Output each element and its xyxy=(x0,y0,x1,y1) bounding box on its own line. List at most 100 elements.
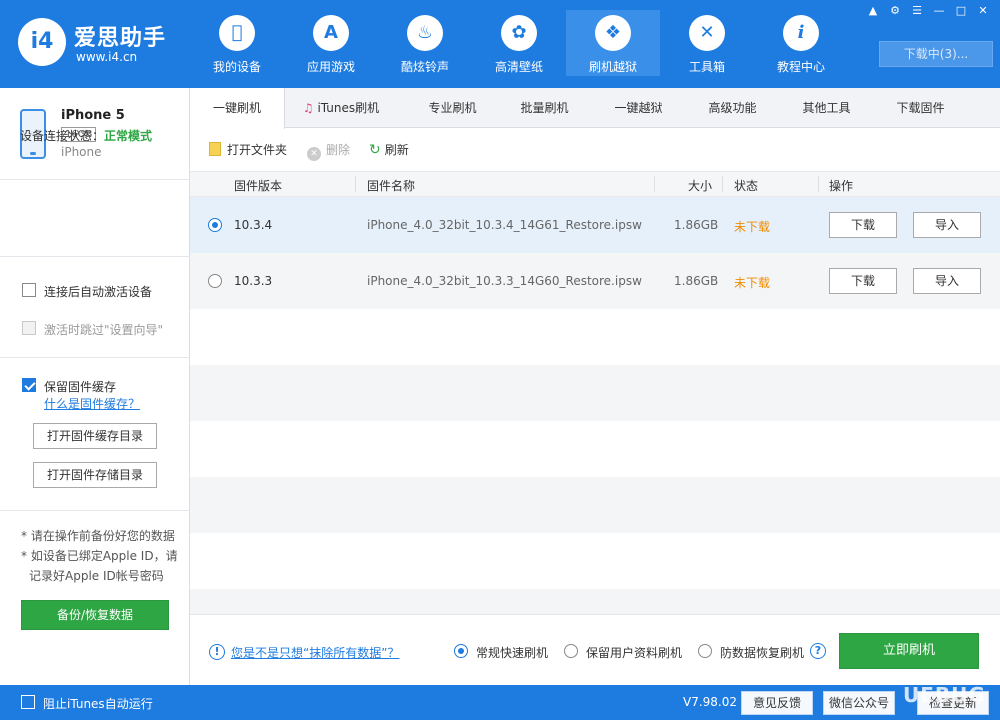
help-icon[interactable]: ? xyxy=(810,643,826,659)
sub-tabs: 一键刷机 ♫ iTunes刷机 专业刷机 批量刷机 一键越狱 高级功能 其他工具… xyxy=(190,88,1000,129)
question-icon: ! xyxy=(209,644,225,660)
empty-row xyxy=(190,309,1000,365)
window-controls: ▲ ⚙ ☰ — □ ✕ xyxy=(862,2,994,20)
open-storage-dir-button[interactable]: 打开固件存储目录 xyxy=(33,462,157,488)
auto-activate-checkbox[interactable] xyxy=(22,283,36,297)
nav-label: 我的设备 xyxy=(212,60,261,74)
close-icon[interactable]: ✕ xyxy=(972,2,994,20)
download-button[interactable]: 下载 xyxy=(829,268,897,294)
mode-fast-label: 常规快速刷机 xyxy=(476,646,549,660)
tab-one-click-jailbreak[interactable]: 一键越狱 xyxy=(596,88,681,128)
app-logo: i4 爱思助手 www.i4.cn xyxy=(18,18,178,70)
row-status: 未下载 xyxy=(734,220,771,234)
erase-all-link[interactable]: 您是不是只想“抹除所有数据”？ xyxy=(231,644,399,661)
nav-apps-games[interactable]: A 应用游戏 xyxy=(284,10,378,76)
delete-button[interactable]: ✕ 删除 xyxy=(307,141,350,161)
download-button[interactable]: 下载 xyxy=(829,212,897,238)
open-folder-button[interactable]: 打开文件夹 xyxy=(209,141,287,158)
block-itunes-label: 阻止iTunes自动运行 xyxy=(43,697,153,711)
nav-wallpapers[interactable]: ✿ 高清壁纸 xyxy=(472,10,566,76)
tab-other-tools[interactable]: 其他工具 xyxy=(784,88,869,128)
backup-restore-button[interactable]: 备份/恢复数据 xyxy=(21,600,169,630)
mode-anti-recovery-radio[interactable] xyxy=(698,644,712,658)
info-icon: i xyxy=(783,15,819,51)
empty-row xyxy=(190,589,1000,614)
note-line-3: 记录好Apple ID帐号密码 xyxy=(29,569,164,583)
box-icon: ❖ xyxy=(595,15,631,51)
nav-ringtones[interactable]: ♨ 酷炫铃声 xyxy=(378,10,472,76)
empty-row xyxy=(190,533,1000,589)
nav-label: 高清壁纸 xyxy=(494,60,543,74)
col-divider xyxy=(355,176,356,192)
table-header: 固件版本 固件名称 大小 状态 操作 xyxy=(190,171,1000,197)
tab-advanced[interactable]: 高级功能 xyxy=(690,88,775,128)
maximize-icon[interactable]: □ xyxy=(950,2,972,20)
import-button[interactable]: 导入 xyxy=(913,212,981,238)
mode-keep-data-radio[interactable] xyxy=(564,644,578,658)
app-version: V7.98.02 xyxy=(683,695,738,709)
divider xyxy=(0,357,190,358)
table-row[interactable]: 10.3.3 iPhone_4.0_32bit_10.3.3_14G60_Res… xyxy=(190,253,1000,309)
open-cache-dir-button[interactable]: 打开固件缓存目录 xyxy=(33,423,157,449)
downloading-button[interactable]: 下载中(3)... xyxy=(879,41,993,67)
connection-status-label: 设备连接状态： xyxy=(20,129,105,143)
gear-icon[interactable]: ⚙ xyxy=(884,2,906,20)
import-button[interactable]: 导入 xyxy=(913,268,981,294)
col-divider xyxy=(654,176,655,192)
tab-batch-flash[interactable]: 批量刷机 xyxy=(502,88,587,128)
block-itunes-checkbox[interactable] xyxy=(21,695,35,709)
app-header: i4 爱思助手 www.i4.cn  我的设备 A 应用游戏 ♨ 酷炫铃声 ✿… xyxy=(0,0,1000,88)
skip-setup-label: 激活时跳过"设置向导" xyxy=(44,323,164,337)
tab-one-click-flash[interactable]: 一键刷机 xyxy=(190,88,285,129)
mode-fast-radio[interactable] xyxy=(454,644,468,658)
col-divider xyxy=(818,176,819,192)
mode-anti-recovery-label: 防数据恢复刷机 xyxy=(720,646,805,660)
empty-row xyxy=(190,477,1000,533)
delete-label: 删除 xyxy=(326,143,351,157)
skip-setup-checkbox[interactable] xyxy=(22,321,36,335)
nav-label: 刷机越狱 xyxy=(588,60,637,74)
col-actions: 操作 xyxy=(829,179,854,193)
tab-pro-flash[interactable]: 专业刷机 xyxy=(410,88,495,128)
wechat-button[interactable]: 微信公众号 xyxy=(823,691,895,715)
col-size: 大小 xyxy=(688,179,713,193)
refresh-icon: ↻ xyxy=(369,142,381,158)
nav-label: 工具箱 xyxy=(688,60,725,74)
nav-toolbox[interactable]: ✕ 工具箱 xyxy=(660,10,754,76)
open-folder-label: 打开文件夹 xyxy=(227,143,288,157)
nav-tutorials[interactable]: i 教程中心 xyxy=(754,10,848,76)
shirt-icon[interactable]: ▲ xyxy=(862,2,884,20)
row-size: 1.86GB xyxy=(674,218,719,232)
row-size: 1.86GB xyxy=(674,274,719,288)
nav-flash-jailbreak[interactable]: ❖ 刷机越狱 xyxy=(566,10,660,76)
auto-activate-label: 连接后自动激活设备 xyxy=(44,285,153,299)
app-title: 爱思助手 xyxy=(74,26,167,51)
col-name: 固件名称 xyxy=(367,179,416,193)
divider xyxy=(0,510,190,511)
table-row[interactable]: 10.3.4 iPhone_4.0_32bit_10.3.4_14G61_Res… xyxy=(190,197,1000,253)
nav-my-device[interactable]:  我的设备 xyxy=(190,10,284,76)
keep-cache-checkbox[interactable] xyxy=(22,378,36,392)
app-store-icon: A xyxy=(313,15,349,51)
row-radio[interactable] xyxy=(208,274,222,288)
nav-label: 教程中心 xyxy=(776,60,825,74)
row-status: 未下载 xyxy=(734,276,771,290)
menu-icon[interactable]: ☰ xyxy=(906,2,928,20)
flower-icon: ✿ xyxy=(501,15,537,51)
row-version: 10.3.4 xyxy=(234,218,273,232)
main-nav:  我的设备 A 应用游戏 ♨ 酷炫铃声 ✿ 高清壁纸 ❖ 刷机越狱 ✕ 工具箱… xyxy=(190,10,848,88)
refresh-button[interactable]: ↻ 刷新 xyxy=(369,141,409,158)
flash-now-button[interactable]: 立即刷机 xyxy=(839,633,979,669)
row-radio[interactable] xyxy=(208,218,222,232)
col-version: 固件版本 xyxy=(234,179,283,193)
app-url: www.i4.cn xyxy=(76,50,138,64)
tab-download-firmware[interactable]: 下载固件 xyxy=(878,88,963,128)
delete-icon: ✕ xyxy=(307,147,321,161)
feedback-button[interactable]: 意见反馈 xyxy=(741,691,813,715)
what-is-cache-link[interactable]: 什么是固件缓存？ xyxy=(44,395,140,412)
toolbar: 打开文件夹 ✕ 删除 ↻ 刷新 xyxy=(190,129,1000,171)
bell-icon: ♨ xyxy=(407,15,443,51)
tab-itunes-flash[interactable]: ♫ iTunes刷机 xyxy=(286,88,396,128)
minimize-icon[interactable]: — xyxy=(928,2,950,20)
folder-icon xyxy=(209,142,221,156)
